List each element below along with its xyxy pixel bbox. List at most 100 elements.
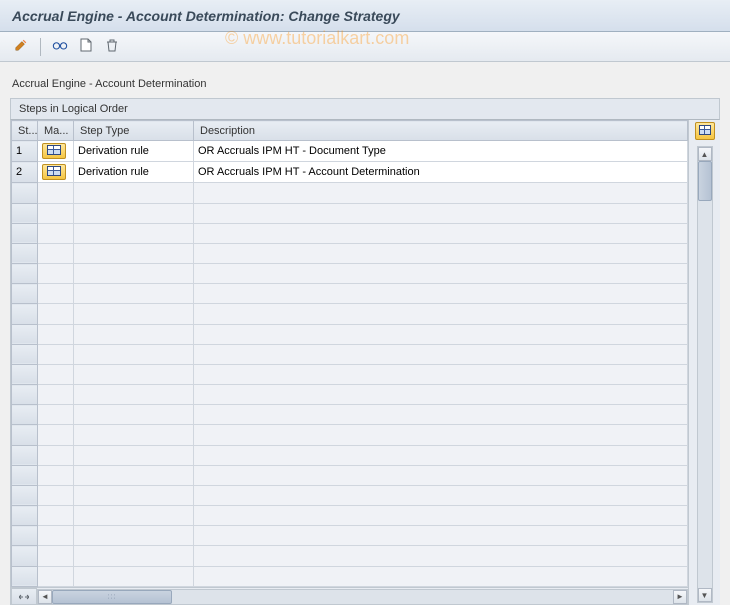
description-cell[interactable] bbox=[194, 485, 688, 505]
table-row[interactable] bbox=[12, 364, 688, 384]
delete-button[interactable] bbox=[101, 36, 123, 58]
change-button[interactable] bbox=[10, 36, 32, 58]
step-type-cell[interactable] bbox=[74, 566, 194, 586]
description-cell[interactable] bbox=[194, 425, 688, 445]
row-header[interactable] bbox=[12, 223, 38, 243]
step-type-cell[interactable] bbox=[74, 465, 194, 485]
step-type-cell[interactable] bbox=[74, 364, 194, 384]
description-cell[interactable] bbox=[194, 385, 688, 405]
step-type-cell[interactable] bbox=[74, 344, 194, 364]
table-row[interactable] bbox=[12, 284, 688, 304]
table-row[interactable] bbox=[12, 304, 688, 324]
step-type-cell[interactable] bbox=[74, 203, 194, 223]
table-row[interactable] bbox=[12, 465, 688, 485]
row-header[interactable] bbox=[12, 425, 38, 445]
description-cell[interactable] bbox=[194, 243, 688, 263]
table-row[interactable] bbox=[12, 445, 688, 465]
maintain-entries-button[interactable] bbox=[42, 143, 66, 159]
description-cell[interactable] bbox=[194, 203, 688, 223]
table-row[interactable] bbox=[12, 405, 688, 425]
vertical-scrollbar[interactable]: ▲ ▼ bbox=[697, 146, 713, 603]
col-header-step[interactable]: St... bbox=[12, 121, 38, 141]
row-header[interactable] bbox=[12, 566, 38, 586]
description-cell[interactable] bbox=[194, 183, 688, 203]
table-row[interactable]: 2 Derivation ruleOR Accruals IPM HT - Acc… bbox=[12, 162, 688, 183]
table-row[interactable] bbox=[12, 385, 688, 405]
description-cell[interactable] bbox=[194, 405, 688, 425]
description-cell[interactable] bbox=[194, 566, 688, 586]
table-row[interactable] bbox=[12, 264, 688, 284]
table-row[interactable] bbox=[12, 506, 688, 526]
row-header[interactable] bbox=[12, 485, 38, 505]
row-header[interactable] bbox=[12, 264, 38, 284]
table-row[interactable] bbox=[12, 243, 688, 263]
step-type-cell[interactable] bbox=[74, 445, 194, 465]
table-row[interactable] bbox=[12, 425, 688, 445]
row-header[interactable] bbox=[12, 385, 38, 405]
table-row[interactable] bbox=[12, 183, 688, 203]
row-header[interactable] bbox=[12, 506, 38, 526]
description-cell[interactable] bbox=[194, 284, 688, 304]
row-header[interactable] bbox=[12, 284, 38, 304]
step-type-cell[interactable] bbox=[74, 546, 194, 566]
table-row[interactable] bbox=[12, 526, 688, 546]
scroll-right-icon[interactable]: ► bbox=[673, 590, 687, 604]
row-header[interactable] bbox=[12, 445, 38, 465]
row-header[interactable] bbox=[12, 526, 38, 546]
scroll-left-icon[interactable]: ◄ bbox=[38, 590, 52, 604]
step-type-cell[interactable] bbox=[74, 425, 194, 445]
table-settings-button[interactable] bbox=[695, 122, 715, 140]
hscroll-track[interactable] bbox=[52, 590, 673, 604]
horizontal-scrollbar[interactable]: ◄ ► bbox=[37, 589, 688, 605]
hscroll-thumb[interactable] bbox=[52, 590, 172, 604]
row-header[interactable] bbox=[12, 324, 38, 344]
step-type-cell[interactable]: Derivation rule bbox=[74, 162, 194, 183]
select-all-stub[interactable] bbox=[11, 588, 37, 605]
step-type-cell[interactable] bbox=[74, 506, 194, 526]
description-cell[interactable] bbox=[194, 546, 688, 566]
scroll-down-icon[interactable]: ▼ bbox=[698, 588, 712, 602]
step-type-cell[interactable] bbox=[74, 324, 194, 344]
row-header[interactable] bbox=[12, 304, 38, 324]
description-cell[interactable] bbox=[194, 506, 688, 526]
description-cell[interactable] bbox=[194, 364, 688, 384]
table-row[interactable] bbox=[12, 566, 688, 586]
row-header[interactable] bbox=[12, 364, 38, 384]
col-header-description[interactable]: Description bbox=[194, 121, 688, 141]
row-header[interactable] bbox=[12, 243, 38, 263]
vscroll-track[interactable] bbox=[698, 161, 712, 588]
table-row[interactable] bbox=[12, 203, 688, 223]
row-header[interactable]: 2 bbox=[12, 162, 38, 183]
description-cell[interactable] bbox=[194, 344, 688, 364]
row-header[interactable] bbox=[12, 405, 38, 425]
step-type-cell[interactable] bbox=[74, 405, 194, 425]
create-button[interactable] bbox=[75, 36, 97, 58]
description-cell[interactable] bbox=[194, 223, 688, 243]
description-cell[interactable] bbox=[194, 264, 688, 284]
row-header[interactable] bbox=[12, 183, 38, 203]
table-row[interactable] bbox=[12, 223, 688, 243]
row-header[interactable] bbox=[12, 465, 38, 485]
scroll-up-icon[interactable]: ▲ bbox=[698, 147, 712, 161]
description-cell[interactable] bbox=[194, 304, 688, 324]
step-type-cell[interactable] bbox=[74, 243, 194, 263]
description-cell[interactable]: OR Accruals IPM HT - Document Type bbox=[194, 141, 688, 162]
description-cell[interactable]: OR Accruals IPM HT - Account Determinati… bbox=[194, 162, 688, 183]
row-header[interactable] bbox=[12, 203, 38, 223]
row-header[interactable]: 1 bbox=[12, 141, 38, 162]
step-type-cell[interactable] bbox=[74, 526, 194, 546]
step-type-cell[interactable] bbox=[74, 264, 194, 284]
step-type-cell[interactable]: Derivation rule bbox=[74, 141, 194, 162]
col-header-step-type[interactable]: Step Type bbox=[74, 121, 194, 141]
row-header[interactable] bbox=[12, 344, 38, 364]
description-cell[interactable] bbox=[194, 526, 688, 546]
description-cell[interactable] bbox=[194, 465, 688, 485]
table-row[interactable] bbox=[12, 485, 688, 505]
display-button[interactable] bbox=[49, 36, 71, 58]
table-row[interactable] bbox=[12, 344, 688, 364]
table-row[interactable] bbox=[12, 324, 688, 344]
table-row[interactable]: 1 Derivation ruleOR Accruals IPM HT - Doc… bbox=[12, 141, 688, 162]
table-row[interactable] bbox=[12, 546, 688, 566]
step-type-cell[interactable] bbox=[74, 284, 194, 304]
description-cell[interactable] bbox=[194, 445, 688, 465]
